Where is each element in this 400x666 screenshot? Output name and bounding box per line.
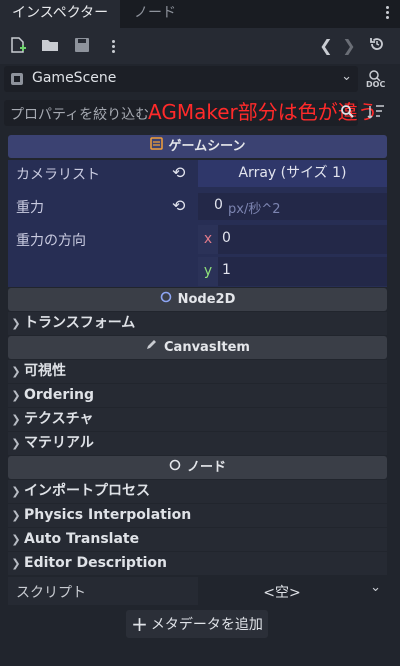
- category-transform[interactable]: ❯ トランスフォーム: [8, 312, 387, 335]
- y-axis-label: y: [198, 257, 218, 286]
- revert-icon[interactable]: ⟲: [172, 196, 185, 215]
- category-physics-interpolation[interactable]: ❯ Physics Interpolation: [8, 504, 387, 527]
- filter-options-button[interactable]: [366, 102, 388, 124]
- category-visibility[interactable]: ❯ 可視性: [8, 360, 387, 383]
- prop-label-script: スクリプト: [16, 585, 86, 601]
- node2d-icon: [160, 288, 172, 311]
- plus-icon: +: [131, 612, 148, 636]
- gravity-value: 0: [214, 197, 223, 213]
- node-icon: [169, 456, 181, 479]
- filter-placeholder: プロパティを絞り込む: [10, 107, 150, 123]
- category-label: Ordering: [24, 387, 95, 403]
- chevron-right-icon: ❯: [11, 389, 21, 402]
- sort-icon: [367, 105, 384, 119]
- section-header-node2d[interactable]: Node2D: [8, 288, 387, 311]
- category-label: マテリアル: [24, 435, 94, 451]
- camera-list-array-button[interactable]: Array (サイズ 1): [198, 160, 387, 187]
- section-title: ゲームシーン: [168, 139, 246, 154]
- section-title: CanvasItem: [164, 340, 250, 355]
- tab-node[interactable]: ノード: [122, 0, 188, 28]
- gravity-direction-y-value: 1: [222, 262, 231, 278]
- scene-icon: [10, 72, 24, 90]
- inspector-toolbar: ❮ ❯: [0, 28, 400, 64]
- section-header-canvasitem[interactable]: CanvasItem: [8, 336, 387, 359]
- chevron-right-icon: ❯: [11, 509, 21, 522]
- chevron-right-icon: ❯: [11, 317, 21, 330]
- chevron-down-icon: ⌄: [341, 69, 352, 84]
- gravity-direction-y-field[interactable]: y 1: [198, 257, 387, 286]
- chevron-right-icon: ❯: [11, 485, 21, 498]
- category-label: テクスチャ: [24, 411, 94, 427]
- category-label: Physics Interpolation: [24, 507, 192, 523]
- gravity-field[interactable]: 0 px/秒^2: [198, 193, 387, 220]
- tab-menu-icon[interactable]: [379, 4, 395, 24]
- revert-icon[interactable]: ⟲: [172, 163, 185, 182]
- category-label: トランスフォーム: [24, 315, 136, 331]
- section-title: Node2D: [177, 292, 236, 307]
- category-texture[interactable]: ❯ テクスチャ: [8, 408, 387, 431]
- new-resource-icon[interactable]: [8, 36, 28, 56]
- chevron-right-icon: ❯: [11, 437, 21, 450]
- category-import-process[interactable]: ❯ インポートプロセス: [8, 480, 387, 503]
- history-icon[interactable]: [367, 36, 387, 56]
- category-label: Auto Translate: [24, 531, 140, 547]
- category-material[interactable]: ❯ マテリアル: [8, 432, 387, 455]
- x-axis-label: x: [198, 225, 218, 254]
- save-icon[interactable]: [72, 36, 92, 56]
- back-icon[interactable]: ❮: [316, 36, 336, 56]
- filter-input[interactable]: プロパティを絞り込む AGMaker部分は色が違う: [4, 100, 378, 126]
- search-icon: [340, 104, 354, 122]
- gravity-direction-x-value: 0: [222, 230, 231, 246]
- section-header-game-scene[interactable]: ゲームシーン: [8, 135, 387, 158]
- section-header-node[interactable]: ノード: [8, 456, 387, 479]
- pencil-icon: [145, 336, 158, 359]
- script-value: <空>: [263, 585, 301, 601]
- tab-bar: インスペクター ノード: [0, 0, 400, 28]
- category-editor-description[interactable]: ❯ Editor Description: [8, 552, 387, 575]
- category-label: 可視性: [24, 363, 66, 379]
- game-scene-properties: カメラリスト ⟲ Array (サイズ 1) 重力 ⟲ 0 px/秒^2 重力の…: [8, 160, 387, 287]
- prop-label-gravity-direction: 重力の方向: [16, 233, 86, 249]
- add-metadata-label: メタデータを追加: [150, 617, 263, 633]
- prop-label-gravity: 重力: [16, 200, 44, 216]
- category-auto-translate[interactable]: ❯ Auto Translate: [8, 528, 387, 551]
- category-label: インポートプロセス: [24, 483, 150, 499]
- script-selector[interactable]: <空> ⌄: [198, 577, 387, 605]
- more-options-icon[interactable]: [106, 38, 120, 58]
- script-property: スクリプト <空> ⌄: [8, 577, 387, 605]
- prop-label-camera-list: カメラリスト: [16, 167, 100, 183]
- chevron-right-icon: ❯: [11, 533, 21, 546]
- category-ordering[interactable]: ❯ Ordering: [8, 384, 387, 407]
- object-selector[interactable]: GameScene ⌄: [4, 66, 358, 92]
- gravity-direction-x-field[interactable]: x 0: [198, 225, 387, 254]
- doc-button[interactable]: DOC: [364, 68, 392, 90]
- script-icon: [149, 135, 163, 158]
- chevron-down-icon: ⌄: [370, 580, 381, 595]
- chevron-right-icon: ❯: [11, 413, 21, 426]
- doc-label: DOC: [366, 80, 386, 89]
- chevron-right-icon: ❯: [11, 365, 21, 378]
- open-folder-icon[interactable]: [40, 36, 60, 56]
- chevron-right-icon: ❯: [11, 557, 21, 570]
- gravity-unit: px/秒^2: [228, 202, 281, 217]
- section-title: ノード: [186, 460, 226, 475]
- object-name: GameScene: [32, 70, 117, 86]
- category-label: Editor Description: [24, 555, 168, 571]
- tab-inspector[interactable]: インスペクター: [0, 0, 121, 28]
- forward-icon[interactable]: ❯: [339, 36, 359, 56]
- add-metadata-button[interactable]: + メタデータを追加: [126, 610, 268, 638]
